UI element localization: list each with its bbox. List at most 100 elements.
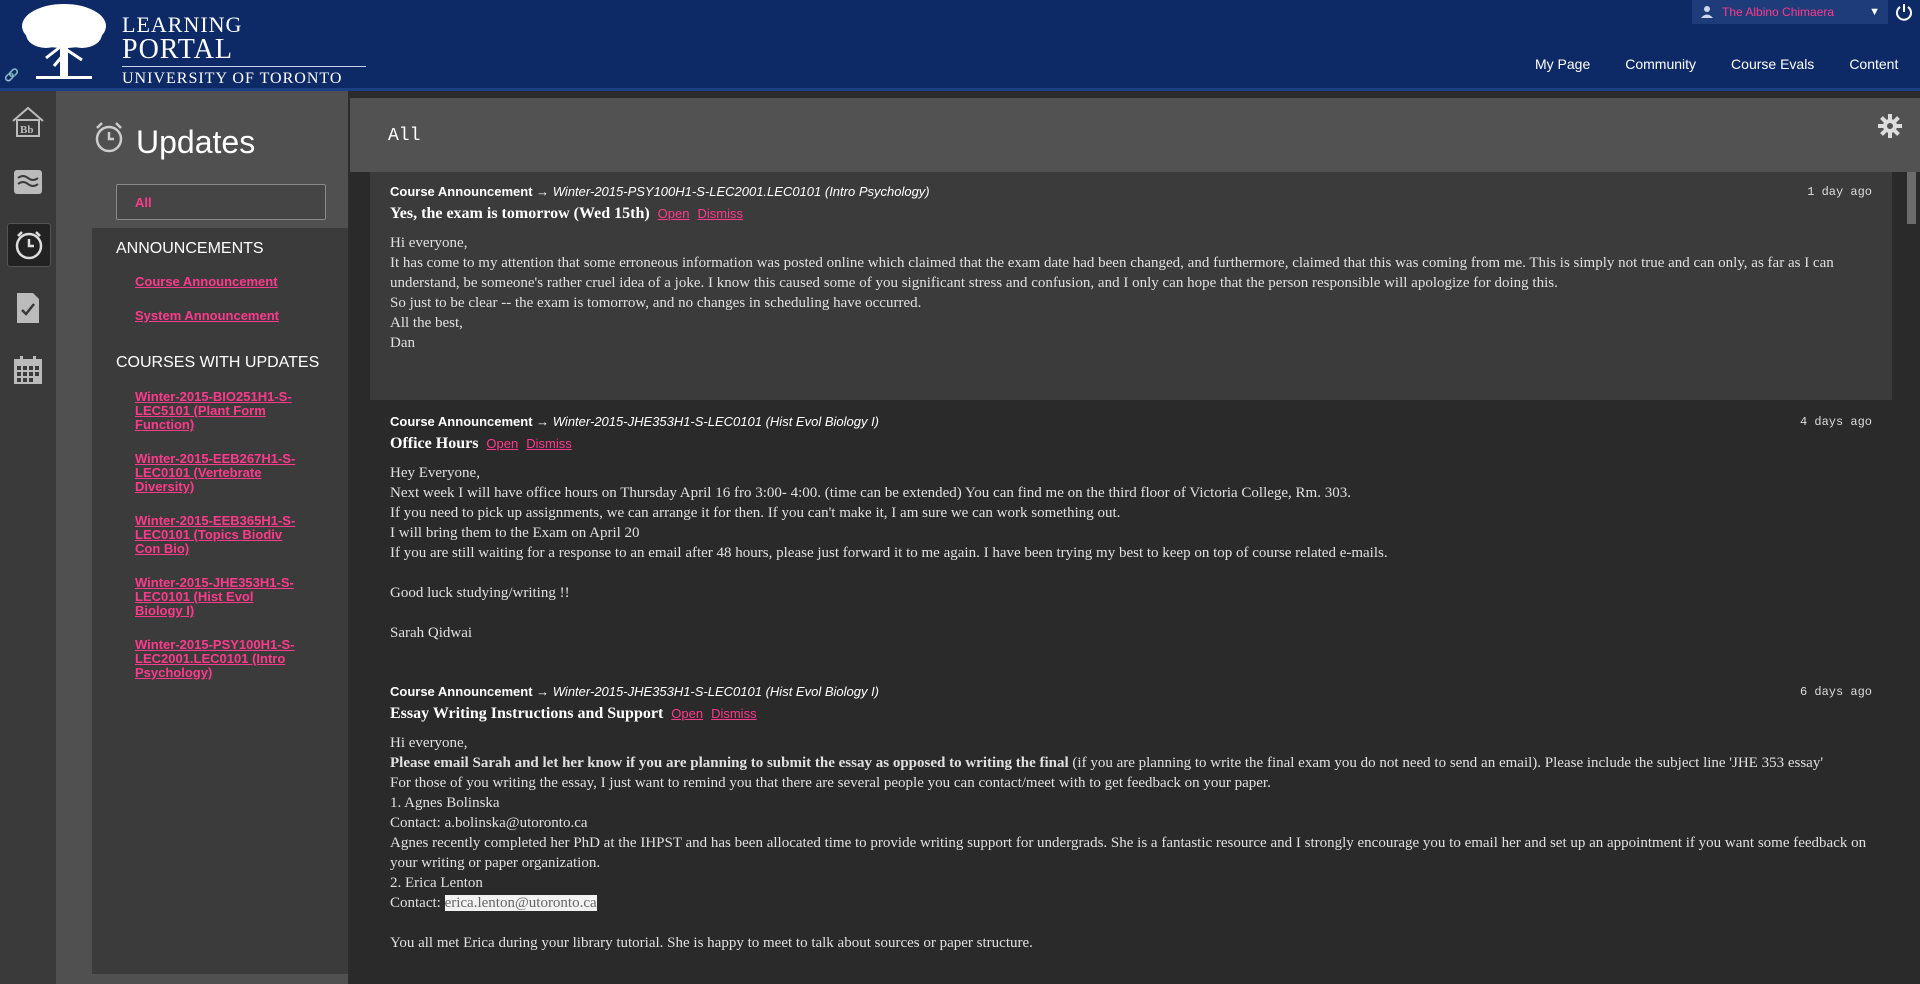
portal-logo-text: LEARNING PORTAL UNIVERSITY OF TORONTO xyxy=(122,14,366,88)
item-subject-text: Yes, the exam is tomorrow (Wed 15th) xyxy=(390,205,650,222)
filter-system-announcement[interactable]: System Announcement xyxy=(135,309,321,323)
body-line: Contact: erica.lenton@utoronto.ca xyxy=(390,893,1870,913)
item-meta: Course Announcement → Winter-2015-JHE353… xyxy=(390,684,879,699)
body-line: All the best, xyxy=(390,315,463,331)
dismiss-link[interactable]: Dismiss xyxy=(697,206,743,221)
course-link-line: Winter-2015-EEB267H1-S- xyxy=(135,451,296,466)
course-link-line: LEC0101 (Topics Biodiv xyxy=(135,527,283,542)
nav-course-evals[interactable]: Course Evals xyxy=(1731,56,1814,72)
body-line: Next week I will have office hours on Th… xyxy=(390,485,1351,501)
stream-icon xyxy=(14,170,42,194)
course-link-line: Function) xyxy=(135,417,195,432)
item-subject: Yes, the exam is tomorrow (Wed 15th) Open… xyxy=(390,205,743,223)
stream-header: All xyxy=(350,98,1920,172)
body-line: Contact: a.bolinska@utoronto.ca xyxy=(390,815,588,831)
scrollbar[interactable] xyxy=(1905,172,1920,984)
body-line: Agnes recently completed her PhD at the … xyxy=(390,835,1867,871)
item-meta: Course Announcement → Winter-2015-PSY100… xyxy=(390,184,930,199)
course-link-line: LEC5101 (Plant Form xyxy=(135,403,266,418)
rail-calendar[interactable] xyxy=(7,349,49,391)
body-line: If you are still waiting for a response … xyxy=(390,545,1388,561)
course-link-line: Diversity) xyxy=(135,479,195,494)
item-type: Course Announcement → xyxy=(390,184,550,199)
alarm-clock-icon xyxy=(95,122,123,153)
item-timestamp: 4 days ago xyxy=(1799,415,1872,429)
contact-label: Contact: xyxy=(390,895,445,911)
chevron-down-icon: ▼ xyxy=(1869,6,1880,18)
course-link-line: Winter-2015-EEB365H1-S- xyxy=(135,513,296,528)
user-icon xyxy=(1701,6,1713,18)
course-link-line: Con Bio) xyxy=(135,541,190,556)
item-timestamp: 1 day ago xyxy=(1807,185,1872,199)
item-subject: Office Hours Open Dismiss xyxy=(390,435,572,453)
course-link-line: Psychology) xyxy=(135,665,213,680)
nav-content[interactable]: Content xyxy=(1849,56,1898,72)
stream-item: Course Announcement → Winter-2015-JHE353… xyxy=(370,672,1892,984)
scrollbar-thumb[interactable] xyxy=(1907,172,1916,224)
body-line: For those of you writing the essay, I ju… xyxy=(390,775,1271,791)
open-link[interactable]: Open xyxy=(486,436,518,451)
body-line: Dan xyxy=(390,335,415,351)
top-header: LEARNING PORTAL UNIVERSITY OF TORONTO 🔗 … xyxy=(0,0,1920,91)
nav-community[interactable]: Community xyxy=(1625,56,1696,72)
calendar-icon xyxy=(14,356,42,384)
rail-grades[interactable] xyxy=(7,287,49,329)
filter-course-announcement[interactable]: Course Announcement xyxy=(135,275,321,289)
item-type: Course Announcement → xyxy=(390,684,550,699)
dismiss-link[interactable]: Dismiss xyxy=(711,706,757,721)
user-name: The Albino Chimaera xyxy=(1722,5,1835,19)
course-link-psy100[interactable]: Winter-2015-PSY100H1-S- LEC2001.LEC0101 … xyxy=(135,638,321,680)
item-type: Course Announcement → xyxy=(390,414,550,429)
updates-icon xyxy=(15,231,43,260)
logo-divider xyxy=(122,66,366,67)
item-course: Winter-2015-PSY100H1-S-LEC2001.LEC0101 (… xyxy=(552,184,930,199)
body-line xyxy=(390,563,1870,583)
item-body: Hey Everyone, Next week I will have offi… xyxy=(390,463,1870,643)
rail-updates[interactable] xyxy=(7,223,51,267)
top-nav: My Page Community Course Evals Content xyxy=(1500,56,1898,72)
stream-item: Course Announcement → Winter-2015-PSY100… xyxy=(370,172,1892,400)
course-link-line: Winter-2015-BIO251H1-S- xyxy=(135,389,292,404)
filter-all-label: All xyxy=(135,195,152,210)
body-line: You all met Erica during your library tu… xyxy=(390,935,1033,951)
item-body: Hi everyone, It has come to my attention… xyxy=(390,233,1870,353)
dismiss-link[interactable]: Dismiss xyxy=(526,436,572,451)
body-bold: Please email Sarah and let her know if y… xyxy=(390,755,1069,771)
power-icon[interactable] xyxy=(1894,2,1914,22)
body-line: So just to be clear -- the exam is tomor… xyxy=(390,295,922,311)
item-meta: Course Announcement → Winter-2015-JHE353… xyxy=(390,414,879,429)
course-link-line: Winter-2015-PSY100H1-S- xyxy=(135,637,295,652)
user-menu[interactable]: The Albino Chimaera ▼ xyxy=(1692,0,1888,24)
body-after-bold: (if you are planning to write the final … xyxy=(1068,755,1824,771)
body-line: I will bring them to the Exam on April 2… xyxy=(390,525,640,541)
logo-line-2: PORTAL xyxy=(122,34,233,65)
contact-email-highlight[interactable]: erica.lenton@utoronto.ca xyxy=(444,895,597,911)
body-line: Sarah Qidwai xyxy=(390,625,473,641)
item-subject: Essay Writing Instructions and Support Op… xyxy=(390,705,757,723)
left-rail: Bb xyxy=(0,91,56,984)
course-link-eeb267[interactable]: Winter-2015-EEB267H1-S- LEC0101 (Vertebr… xyxy=(135,452,321,494)
rail-home[interactable]: Bb xyxy=(7,101,49,143)
item-subject-text: Essay Writing Instructions and Support xyxy=(390,705,664,722)
item-course: Winter-2015-JHE353H1-S-LEC0101 (Hist Evo… xyxy=(552,684,880,699)
course-link-jhe353[interactable]: Winter-2015-JHE353H1-S- LEC0101 (Hist Ev… xyxy=(135,576,321,618)
grades-icon xyxy=(17,293,39,323)
body-line: Please email Sarah and let her know if y… xyxy=(390,753,1870,773)
course-link-line: LEC0101 (Vertebrate xyxy=(135,465,262,480)
announcements-heading: ANNOUNCEMENTS xyxy=(116,240,264,257)
rail-stream[interactable] xyxy=(7,161,49,203)
body-line xyxy=(390,603,1870,623)
link-icon[interactable]: 🔗 xyxy=(4,68,19,82)
course-link-eeb365[interactable]: Winter-2015-EEB365H1-S- LEC0101 (Topics … xyxy=(135,514,321,556)
open-link[interactable]: Open xyxy=(671,706,703,721)
stream-list: Course Announcement → Winter-2015-PSY100… xyxy=(350,172,1905,984)
body-line xyxy=(390,913,1870,933)
open-link[interactable]: Open xyxy=(658,206,690,221)
filter-all[interactable]: All xyxy=(116,184,326,220)
body-line: 2. Erica Lenton xyxy=(390,875,483,891)
sidebar-title: Updates xyxy=(136,124,256,160)
course-link-bio251[interactable]: Winter-2015-BIO251H1-S- LEC5101 (Plant F… xyxy=(135,390,321,432)
nav-my-page[interactable]: My Page xyxy=(1535,56,1590,72)
gear-icon[interactable] xyxy=(1878,114,1902,138)
item-body: Hi everyone, Please email Sarah and let … xyxy=(390,733,1870,953)
